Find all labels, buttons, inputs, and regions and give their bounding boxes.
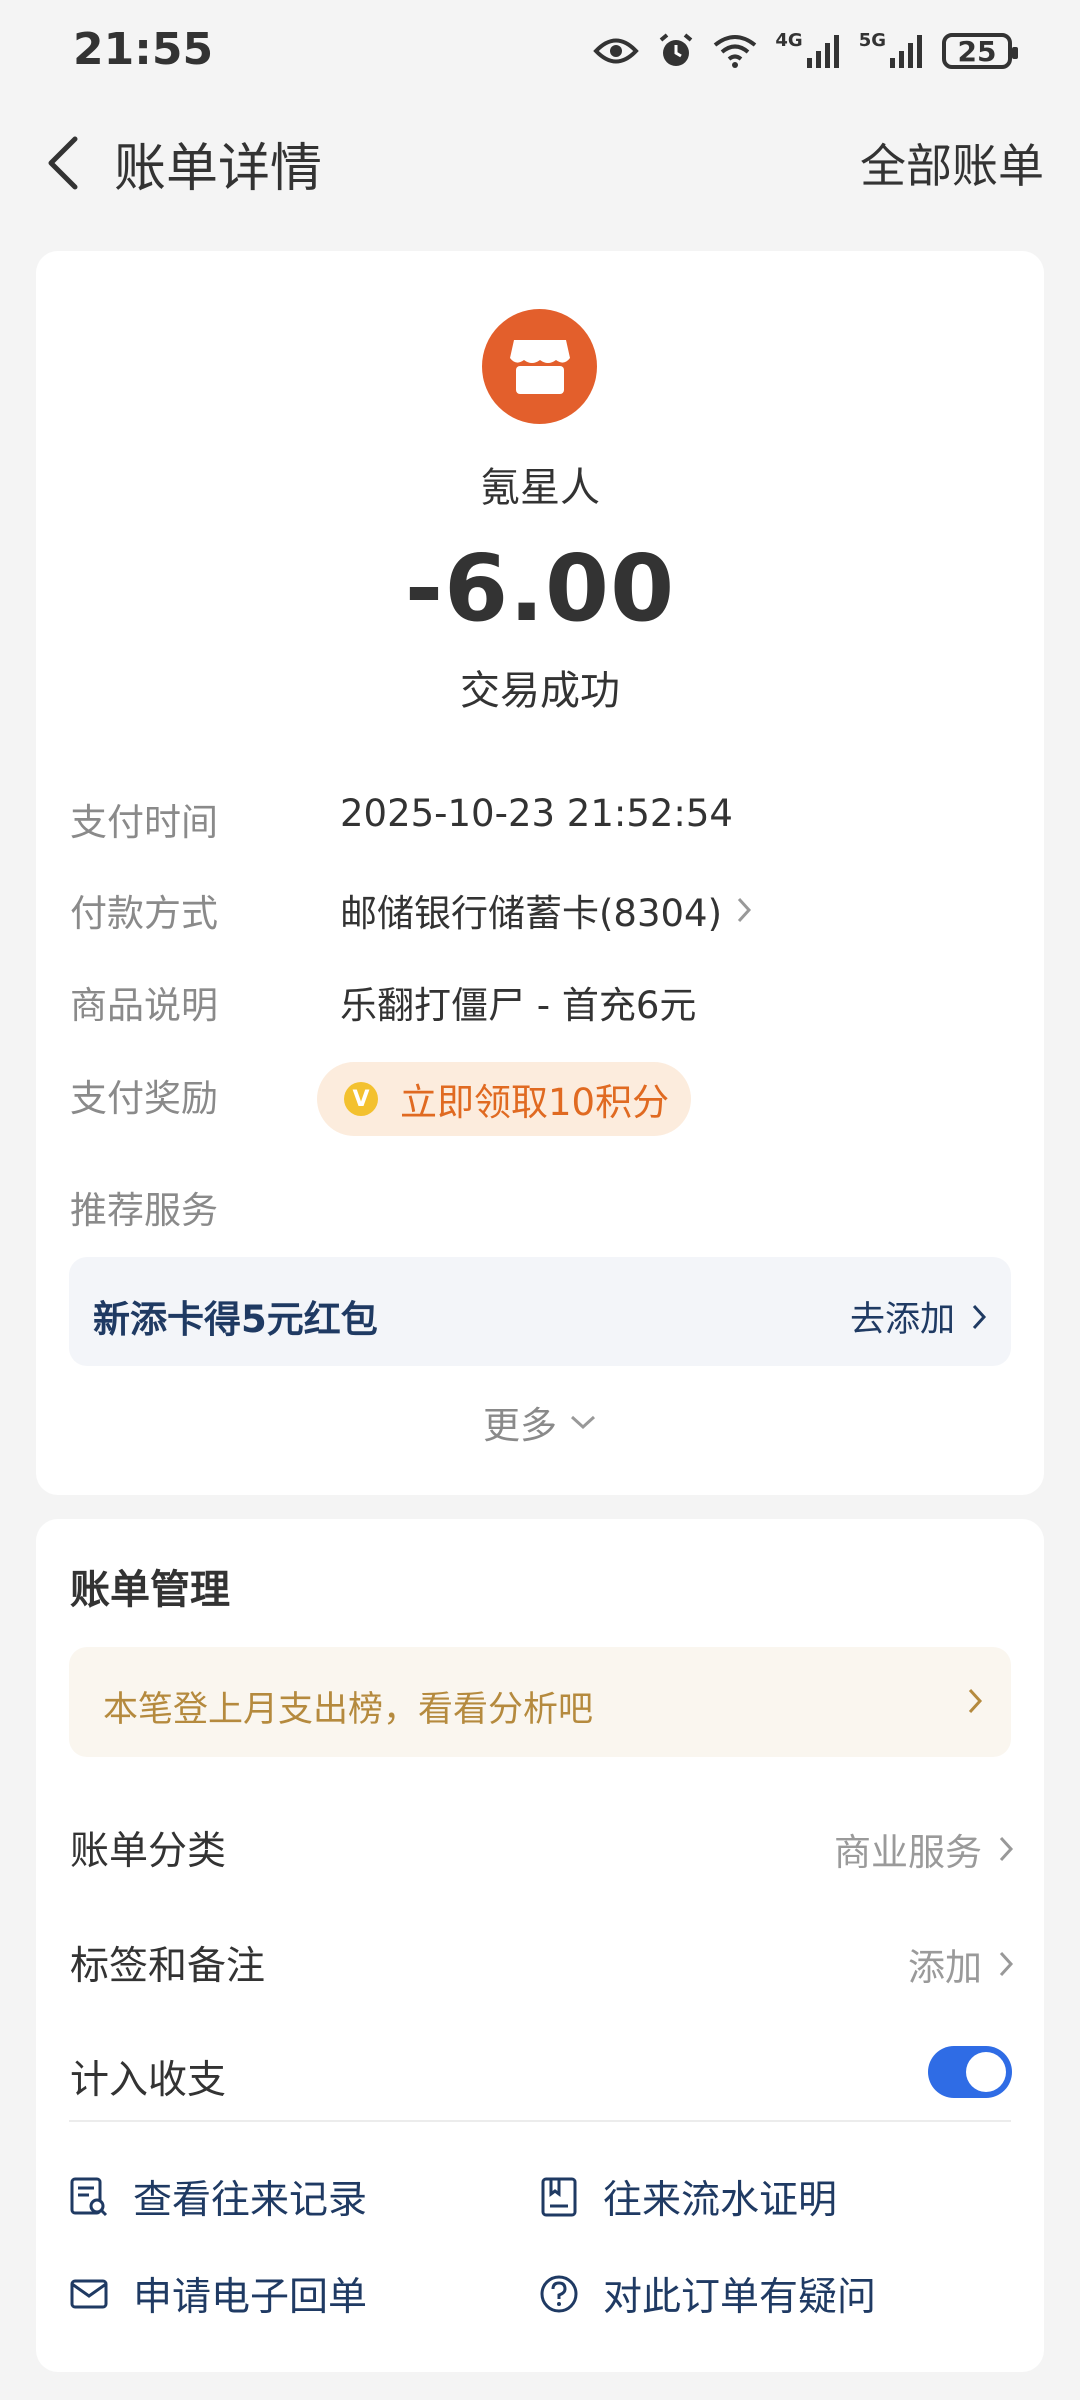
- spending-notice[interactable]: 本笔登上月支出榜，看看分析吧: [69, 1647, 1011, 1757]
- chevron-right-icon: [972, 1304, 987, 1329]
- claim-points-button[interactable]: V 立即领取10积分: [317, 1062, 691, 1136]
- statement-proof-button[interactable]: 往来流水证明: [539, 2169, 837, 2225]
- battery-level: 25: [957, 34, 997, 68]
- coin-icon: V: [344, 1082, 378, 1116]
- page-title: 账单详情: [114, 139, 323, 199]
- reward-label: 支付奖励: [70, 1077, 218, 1120]
- back-button[interactable]: [32, 128, 92, 198]
- chevron-right-icon: [968, 1688, 983, 1714]
- section-title: 账单管理: [70, 1567, 230, 1613]
- divider: [69, 2120, 1011, 2122]
- chevron-right-icon: [999, 1836, 1014, 1862]
- add-card-promo[interactable]: 新添卡得5元红包 去添加: [69, 1257, 1011, 1366]
- chevron-right-icon: [737, 897, 752, 923]
- pay-time-label: 支付时间: [70, 801, 218, 844]
- chevron-right-icon: [999, 1951, 1014, 1977]
- network-4g-label: 4G: [775, 29, 803, 51]
- category-label: 账单分类: [70, 1829, 227, 1874]
- alarm-icon: [660, 33, 693, 66]
- pay-method-text: 邮储银行储蓄卡(8304): [340, 892, 723, 935]
- more-button[interactable]: 更多: [0, 1395, 1080, 1449]
- promo-add-button[interactable]: 去添加: [850, 1291, 987, 1342]
- merchant-name: 氪星人: [480, 465, 600, 511]
- promo-add-text: 去添加: [849, 1300, 955, 1340]
- signal-icon: [806, 35, 839, 68]
- all-bills-link[interactable]: 全部账单: [860, 130, 1044, 196]
- product-label: 商品说明: [70, 984, 218, 1027]
- include-income-toggle[interactable]: [928, 2046, 1012, 2098]
- battery-icon: 25: [942, 33, 1018, 69]
- statement-proof-label: 往来流水证明: [603, 2178, 838, 2223]
- claim-points-text: 立即领取10积分: [400, 1081, 670, 1124]
- view-records-label: 查看往来记录: [133, 2178, 368, 2223]
- certificate-icon: [541, 2177, 577, 2217]
- tags-label: 标签和备注: [70, 1944, 266, 1989]
- eye-icon: [593, 38, 640, 64]
- chevron-down-icon: [570, 1415, 596, 1430]
- tags-add-button[interactable]: 添加: [908, 1937, 1014, 1991]
- question-icon: [540, 2275, 578, 2313]
- category-value: 商业服务: [834, 1831, 982, 1874]
- notice-text: 本笔登上月支出榜，看看分析吧: [103, 1690, 594, 1730]
- chevron-left-icon: [48, 136, 78, 190]
- transaction-status: 交易成功: [460, 668, 620, 714]
- merchant-logo: [482, 309, 597, 424]
- pay-method-label: 付款方式: [70, 892, 218, 935]
- order-question-label: 对此订单有疑问: [603, 2275, 877, 2320]
- pay-time-value: 2025-10-23 21:52:54: [340, 792, 733, 835]
- e-receipt-button[interactable]: 申请电子回单: [69, 2266, 367, 2322]
- e-receipt-label: 申请电子回单: [133, 2275, 368, 2320]
- include-income-label: 计入收支: [70, 2058, 227, 2103]
- network-5g-label: 5G: [858, 29, 886, 51]
- mail-icon: [70, 2279, 108, 2309]
- signal-icon: [890, 35, 922, 68]
- view-records-button[interactable]: 查看往来记录: [69, 2169, 367, 2225]
- records-icon: [70, 2177, 108, 2217]
- wifi-icon: [714, 35, 757, 68]
- toggle-knob: [966, 2052, 1006, 2092]
- category-selector[interactable]: 商业服务: [834, 1822, 1014, 1876]
- promo-title: 新添卡得5元红包: [93, 1298, 378, 1341]
- product-value: 乐翻打僵尸 - 首充6元: [340, 984, 697, 1027]
- transaction-amount: -6.00: [404, 535, 676, 642]
- status-icons: 4G 5G 25: [593, 26, 1018, 76]
- order-question-button[interactable]: 对此订单有疑问: [539, 2266, 876, 2322]
- recommend-label: 推荐服务: [70, 1189, 218, 1232]
- store-icon: [509, 339, 570, 394]
- more-text: 更多: [483, 1404, 557, 1447]
- pay-method-value[interactable]: 邮储银行储蓄卡(8304): [340, 883, 752, 937]
- tags-value: 添加: [908, 1946, 982, 1989]
- status-time: 21:55: [73, 24, 214, 75]
